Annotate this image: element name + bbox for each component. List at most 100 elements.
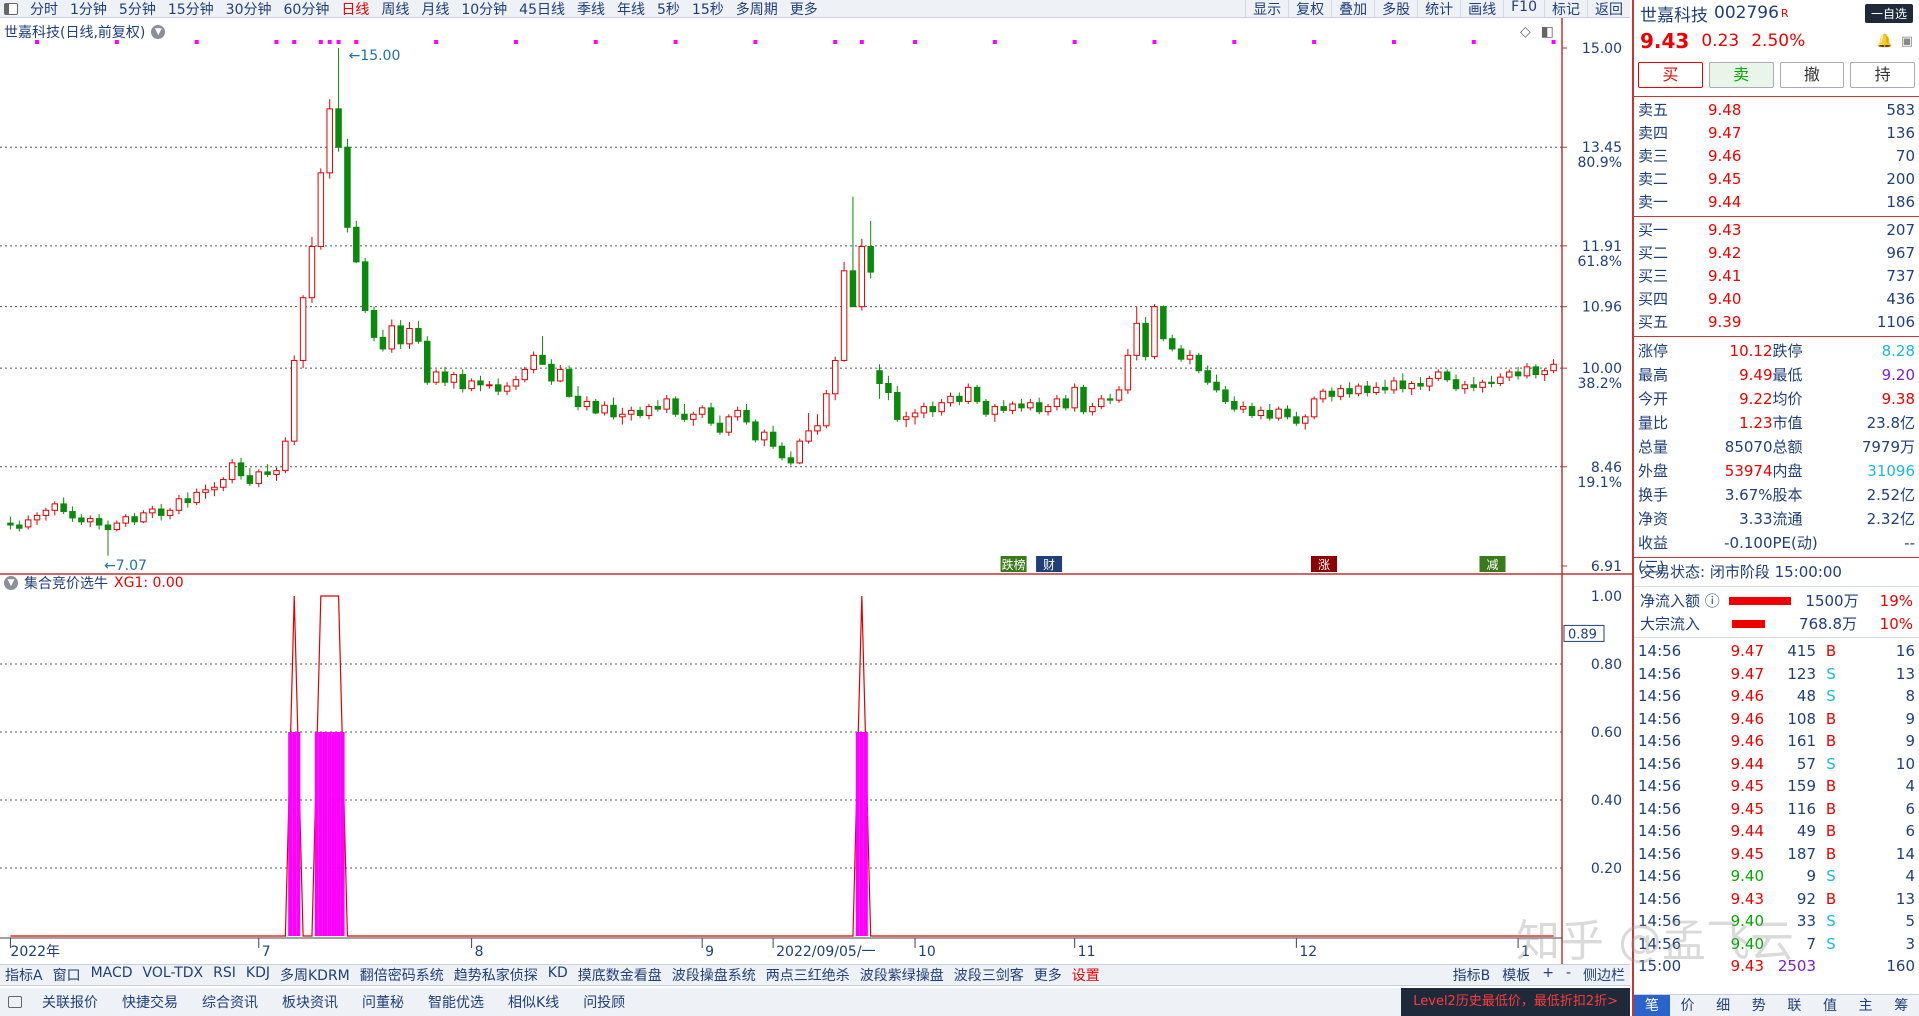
candle-body[interactable] (849, 270, 857, 308)
indicator-tab[interactable]: KDJ (241, 965, 275, 985)
panel-tab[interactable]: 笔 (1634, 995, 1670, 1016)
candle-body[interactable] (246, 475, 254, 484)
status-item[interactable]: 快捷交易 (110, 992, 190, 1012)
tick-row[interactable]: 14:56 9.45 187 B 14 (1638, 843, 1915, 866)
candle-body[interactable] (1479, 381, 1486, 388)
candle-body[interactable] (1470, 384, 1477, 388)
tool-menu-item[interactable]: F10 (1503, 0, 1544, 17)
panel-tab[interactable]: 细 (1705, 995, 1741, 1016)
order-book-row[interactable]: 买四 9.40 436 (1638, 288, 1915, 311)
candle-body[interactable] (1293, 416, 1300, 424)
period-tab[interactable]: 分时 (24, 0, 64, 18)
period-tab[interactable]: 5分钟 (113, 0, 162, 18)
candle-body[interactable] (1372, 386, 1380, 393)
panel-tab[interactable]: 联 (1777, 995, 1813, 1016)
candle-body[interactable] (406, 327, 413, 345)
candle-body[interactable] (619, 413, 626, 418)
chevron-down-icon[interactable]: ▼ (4, 576, 18, 590)
candle-body[interactable] (175, 498, 183, 511)
indicator-tab[interactable]: 指标A (0, 965, 48, 985)
candle-body[interactable] (459, 374, 466, 390)
candle-body[interactable] (956, 395, 963, 402)
candle-body[interactable] (255, 471, 263, 484)
candle-body[interactable] (1337, 388, 1344, 397)
candle-body[interactable] (228, 462, 236, 481)
candle-body[interactable] (1497, 376, 1504, 385)
candle-body[interactable] (1089, 406, 1096, 413)
candle-body[interactable] (468, 380, 475, 390)
indicator-tab[interactable]: 波段操盘系统 (667, 965, 761, 985)
candle-body[interactable] (477, 380, 484, 386)
candle-body[interactable] (1346, 388, 1353, 395)
candle-body[interactable] (840, 270, 848, 361)
order-book-row[interactable]: 卖二 9.45 200 (1638, 168, 1915, 191)
candle-body[interactable] (1186, 354, 1194, 360)
candle-body[interactable] (326, 108, 333, 174)
candle-body[interactable] (592, 400, 600, 414)
candle-body[interactable] (16, 524, 23, 529)
candle-body[interactable] (60, 503, 67, 513)
candle-body[interactable] (1266, 409, 1274, 419)
candle-body[interactable] (494, 384, 502, 392)
candle-body[interactable] (752, 421, 759, 441)
tick-row[interactable]: 14:56 9.46 161 B 9 (1638, 730, 1915, 753)
order-book-row[interactable]: 买一 9.43 207 (1638, 219, 1915, 242)
tick-row[interactable]: 14:56 9.46 108 B 9 (1638, 708, 1915, 731)
candle-body[interactable] (1523, 366, 1531, 377)
candle-body[interactable] (548, 363, 555, 382)
candle-body[interactable] (761, 431, 768, 441)
candle-body[interactable] (220, 479, 227, 488)
candle-body[interactable] (707, 407, 715, 424)
tool-menu-item[interactable]: 返回 (1587, 0, 1630, 17)
order-book-row[interactable]: 卖四 9.47 136 (1638, 122, 1915, 145)
candle-body[interactable] (1426, 377, 1433, 387)
candle-body[interactable] (264, 471, 271, 475)
candle-body[interactable] (1408, 383, 1415, 390)
candle-body[interactable] (450, 374, 458, 383)
candle-body[interactable] (486, 384, 493, 387)
candle-body[interactable] (991, 406, 999, 415)
candle-body[interactable] (424, 340, 431, 383)
candle-body[interactable] (938, 402, 945, 413)
candle-body[interactable] (902, 416, 910, 420)
candle-body[interactable] (370, 310, 378, 338)
candle-body[interactable] (1505, 371, 1513, 378)
period-tab[interactable]: 10分钟 (455, 0, 513, 18)
candle-body[interactable] (769, 431, 777, 447)
candle-body[interactable] (672, 398, 679, 415)
candle-body[interactable] (1488, 381, 1495, 385)
status-item[interactable]: 智能优选 (416, 992, 496, 1012)
status-item[interactable]: 关联报价 (30, 992, 110, 1012)
candle-body[interactable] (1133, 322, 1140, 356)
candle-body[interactable] (867, 245, 874, 273)
candle-body[interactable] (521, 368, 529, 381)
candle-body[interactable] (1018, 403, 1025, 409)
indicator-tab[interactable]: MACD (86, 965, 138, 985)
period-tab[interactable]: 15秒 (686, 0, 730, 18)
candle-body[interactable] (831, 359, 839, 395)
candle-body[interactable] (894, 391, 901, 420)
candle-body[interactable] (1231, 400, 1238, 410)
order-book-row[interactable]: 买二 9.42 967 (1638, 242, 1915, 265)
candle-body[interactable] (308, 245, 316, 299)
candle-body[interactable] (1514, 371, 1522, 377)
candle-body[interactable] (743, 409, 750, 423)
candle-body[interactable] (1195, 354, 1203, 372)
status-item[interactable]: 问投顾 (571, 992, 637, 1012)
candle-body[interactable] (530, 354, 537, 370)
candle-body[interactable] (1435, 371, 1442, 379)
candle-body[interactable] (388, 325, 396, 350)
period-tab[interactable]: 多周期 (730, 0, 784, 18)
candle-body[interactable] (1124, 354, 1132, 391)
candle-body[interactable] (1248, 406, 1256, 417)
candle-body[interactable] (1106, 398, 1114, 401)
candle-body[interactable] (698, 407, 706, 415)
candle-body[interactable] (273, 470, 280, 475)
candle-body[interactable] (583, 400, 591, 408)
tool-menu-item[interactable]: 标记 (1544, 0, 1587, 17)
candle-body[interactable] (823, 393, 830, 427)
candle-body[interactable] (140, 512, 147, 523)
candle-body[interactable] (1275, 408, 1282, 419)
candle-body[interactable] (1239, 406, 1247, 410)
period-tab[interactable]: 60分钟 (278, 0, 336, 18)
